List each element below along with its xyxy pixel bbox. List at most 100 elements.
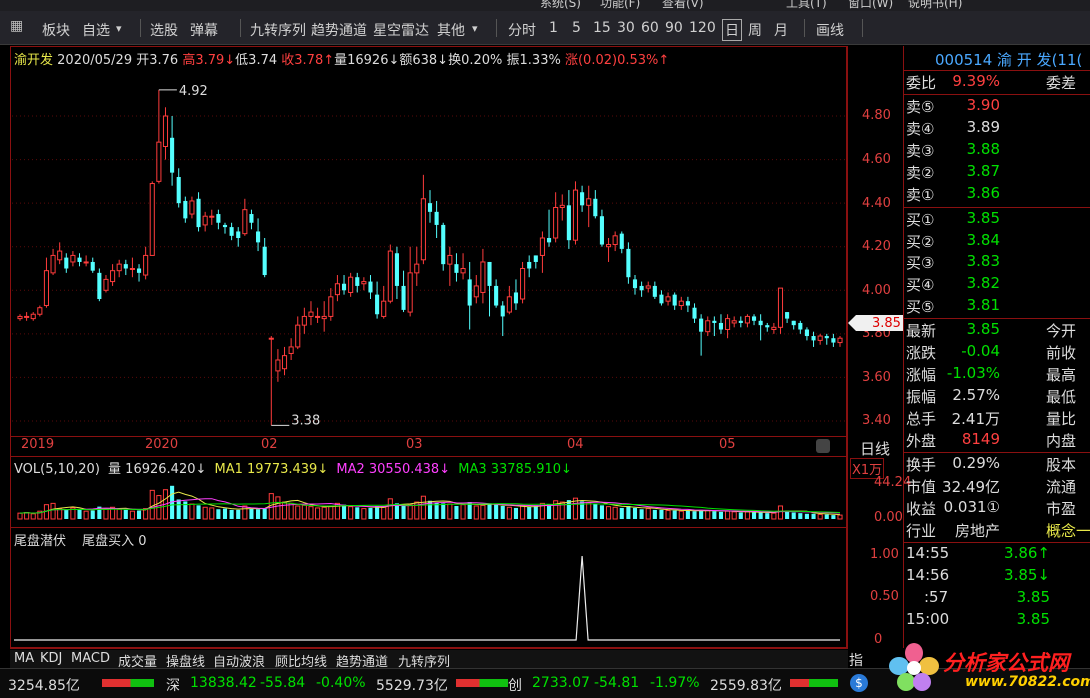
tick-time: 15:00 bbox=[906, 610, 950, 628]
price-tick: 4.60 bbox=[862, 152, 891, 167]
panel-divider bbox=[904, 207, 1090, 208]
tb-star-radar[interactable]: 星空雷达 bbox=[373, 20, 429, 40]
price-axis-divider bbox=[847, 46, 848, 648]
menu-system[interactable]: 系统(S) bbox=[540, 0, 581, 11]
tb-90min[interactable]: 90 bbox=[665, 20, 683, 36]
period-label[interactable]: 日线 bbox=[860, 438, 890, 459]
stat2-row: 行业房地产 概念一带 bbox=[904, 520, 1090, 541]
menu-function[interactable]: 功能(F) bbox=[600, 0, 640, 11]
tab-macd[interactable]: MACD bbox=[71, 651, 110, 666]
tb-5min[interactable]: 5 bbox=[572, 20, 581, 36]
vol-ma3: MA3 33785.910↓ bbox=[458, 462, 572, 477]
stat-label-2: 最高 bbox=[1046, 366, 1077, 384]
tick-price: 3.85↓ bbox=[1004, 566, 1050, 584]
ask3-price: 3.88 bbox=[966, 140, 1000, 158]
index-chinext-pct: -1.97% bbox=[650, 675, 700, 691]
ask5-row[interactable]: 卖⑤ 3.90 bbox=[904, 96, 1090, 117]
menu-view[interactable]: 查看(V) bbox=[662, 0, 704, 11]
stat-value: 8149 bbox=[961, 430, 1000, 448]
menu-tools[interactable]: 工具(T) bbox=[786, 0, 827, 11]
ask5-price: 3.90 bbox=[966, 96, 1000, 114]
grid-icon[interactable]: ▦ bbox=[10, 18, 23, 34]
change-value: 涨(0.02)0.53%↑ bbox=[564, 53, 670, 68]
index-shenzhen-name[interactable]: 深 bbox=[166, 675, 180, 695]
bid1-row[interactable]: 买① 3.85 bbox=[904, 209, 1090, 230]
bid4-row[interactable]: 买④ 3.82 bbox=[904, 274, 1090, 295]
dropdown-arrow-icon[interactable]: ▾ bbox=[472, 22, 478, 35]
indicator-pane-top-line bbox=[10, 527, 848, 528]
tb-1min[interactable]: 1 bbox=[549, 20, 558, 36]
index-chinext-change: -54.81 bbox=[594, 675, 640, 691]
stat-label: 最新 bbox=[906, 322, 937, 340]
concept-label[interactable]: 概念一带 bbox=[1046, 520, 1090, 541]
tb-watchlist[interactable]: 自选 bbox=[82, 20, 110, 40]
chart-frame bbox=[10, 46, 847, 648]
tick-price: 3.85 bbox=[1016, 588, 1050, 606]
stat-row-latest: 最新 3.85 今开 bbox=[904, 320, 1090, 341]
tb-other[interactable]: 其他 bbox=[437, 20, 465, 40]
turnover-value: 换0.20% bbox=[448, 53, 503, 68]
bid2-label: 买② bbox=[906, 233, 935, 251]
tb-trend-channel[interactable]: 趋势通道 bbox=[311, 20, 367, 40]
bid2-row[interactable]: 买② 3.84 bbox=[904, 231, 1090, 252]
tb-draw-line[interactable]: 画线 bbox=[816, 20, 844, 40]
tb-stock-screener[interactable]: 选股 bbox=[150, 20, 178, 40]
stat-label: 涨幅 bbox=[906, 366, 937, 384]
tb-monthly[interactable]: 月 bbox=[774, 20, 788, 40]
tick-time: :57 bbox=[924, 588, 949, 606]
stat2-row: 换手 0.29% 股本 bbox=[904, 454, 1090, 475]
ask2-row[interactable]: 卖② 3.87 bbox=[904, 162, 1090, 183]
scroll-handle[interactable] bbox=[816, 439, 830, 453]
ask4-row[interactable]: 卖④ 3.89 bbox=[904, 118, 1090, 139]
tab-kdj[interactable]: KDJ bbox=[40, 651, 62, 666]
tb-30min[interactable]: 30 bbox=[617, 20, 635, 36]
stat-label-2: 最低 bbox=[1046, 388, 1077, 406]
toolbar-divider bbox=[804, 19, 805, 37]
indicator-title: 尾盘潜伏 bbox=[14, 534, 67, 549]
bid3-row[interactable]: 买③ 3.83 bbox=[904, 252, 1090, 273]
tb-sector[interactable]: 板块 bbox=[42, 20, 70, 40]
stat-value: 3.85 bbox=[966, 320, 1000, 338]
tb-nine-turn[interactable]: 九转序列 bbox=[250, 20, 306, 40]
stat-label: 行业 bbox=[906, 522, 937, 540]
stat-row-change: 涨跌 -0.04 前收 bbox=[904, 342, 1090, 363]
stat-label: 外盘 bbox=[906, 432, 937, 450]
tb-weekly[interactable]: 周 bbox=[748, 20, 762, 40]
tb-15min[interactable]: 15 bbox=[593, 20, 611, 36]
panel-divider bbox=[904, 542, 1090, 543]
dropdown-arrow-icon[interactable]: ▾ bbox=[116, 22, 122, 35]
menu-bar: 系统(S) 功能(F) 查看(V) 工具(T) 窗口(W) 说明书(H) bbox=[0, 0, 1090, 11]
toolbar: ▦ 板块 自选 ▾ 选股 弹幕 九转序列 趋势通道 星空雷达 其他 ▾ 分时 1… bbox=[0, 11, 1090, 45]
ask3-row[interactable]: 卖③ 3.88 bbox=[904, 140, 1090, 161]
industry-value[interactable]: 房地产 bbox=[955, 520, 1000, 541]
panel-divider bbox=[904, 94, 1090, 95]
status-bar-graph bbox=[102, 679, 154, 687]
ohlc-header: 渝开发 2020/05/29 开3.76 高3.79↓低3.74 收3.78↑量… bbox=[14, 49, 669, 68]
bid5-row[interactable]: 买⑤ 3.81 bbox=[904, 296, 1090, 317]
tb-intraday[interactable]: 分时 bbox=[508, 20, 536, 40]
stat-label: 换手 bbox=[906, 456, 937, 474]
menu-window[interactable]: 窗口(W) bbox=[848, 0, 893, 11]
stat-label: 振幅 bbox=[906, 388, 937, 406]
weicha-label: 委差 bbox=[1046, 74, 1077, 92]
stat-row-outer: 外盘 8149 内盘 bbox=[904, 430, 1090, 451]
panel-divider bbox=[904, 452, 1090, 453]
ask2-label: 卖② bbox=[906, 164, 935, 182]
dollar-icon[interactable]: $ bbox=[850, 674, 868, 692]
stat-value: -0.04 bbox=[961, 342, 1000, 360]
tb-daily-selected[interactable]: 日 bbox=[722, 19, 742, 41]
index-chinext-name[interactable]: 创 bbox=[508, 675, 522, 695]
tb-60min[interactable]: 60 bbox=[641, 20, 659, 36]
price-tick: 3.40 bbox=[862, 413, 891, 428]
chart-bottom-line bbox=[10, 648, 848, 649]
menu-help[interactable]: 说明书(H) bbox=[908, 0, 962, 11]
tab-ma[interactable]: MA bbox=[14, 651, 34, 666]
ask1-row[interactable]: 卖① 3.86 bbox=[904, 184, 1090, 205]
index-label[interactable]: 指 bbox=[849, 650, 863, 670]
ask1-label: 卖① bbox=[906, 186, 935, 204]
date-tick: 03 bbox=[406, 437, 423, 452]
tb-120min[interactable]: 120 bbox=[689, 20, 716, 36]
stat-label-2: 股本 bbox=[1046, 456, 1077, 474]
tb-danmaku[interactable]: 弹幕 bbox=[190, 20, 218, 40]
indicator-item: 尾盘买入 0 bbox=[82, 534, 147, 549]
